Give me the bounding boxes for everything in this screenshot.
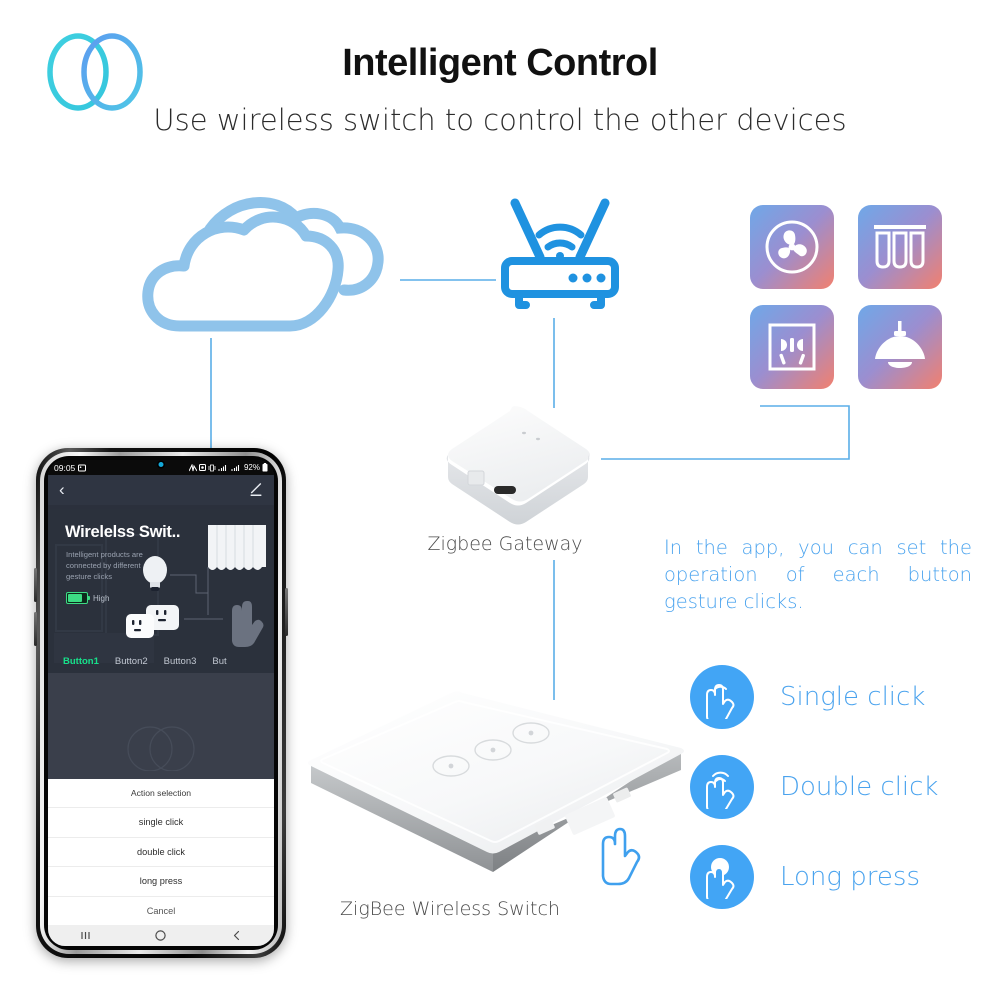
battery-level-label: High (93, 593, 110, 603)
hand-pointer-illustration (232, 601, 264, 647)
long-press-hand-icon (690, 845, 754, 909)
page-root: Intelligent Control Use wireless switch … (0, 0, 1000, 1000)
signal-icon-2 (230, 464, 240, 471)
hand-cursor-icon (598, 824, 650, 886)
battery-icon (66, 592, 90, 604)
tab-button1[interactable]: Button1 (63, 656, 99, 667)
status-bar-right: 92% (188, 463, 268, 472)
alarm-icon (198, 464, 206, 471)
fan-icon[interactable] (750, 205, 834, 289)
volume-button-2[interactable] (34, 612, 37, 646)
cloud-icon (142, 186, 402, 341)
network-icon (188, 463, 197, 471)
page-title: Intelligent Control (342, 42, 658, 84)
device-hero-panel: Wirelelss Swit.. Intelligent products ar… (48, 505, 274, 673)
photo-icon (78, 464, 87, 471)
tab-button3[interactable]: Button3 (164, 656, 197, 667)
button-tabs: Button1 Button2 Button3 But (48, 656, 274, 667)
android-nav-bar (48, 925, 274, 946)
sheet-option-double-click[interactable]: double click (48, 838, 274, 867)
volume-button[interactable] (34, 568, 37, 602)
gateway-label: Zigbee Gateway (427, 533, 583, 555)
socket-icon[interactable] (750, 305, 834, 389)
gesture-label-single-click: Single click (780, 682, 926, 712)
edit-icon[interactable] (249, 483, 263, 497)
curtain-icon[interactable] (858, 205, 942, 289)
wifi-router-icon (495, 195, 625, 320)
double-click-hand-icon (690, 755, 754, 819)
sheet-cancel-button[interactable]: Cancel (48, 897, 274, 926)
action-selection-sheet: Action selection single click double cli… (48, 778, 274, 926)
app-back-button[interactable]: ‹ (59, 481, 65, 498)
app-header-bar: ‹ (48, 475, 274, 505)
signal-icon (217, 464, 227, 471)
device-tiles (750, 205, 950, 390)
sheet-title: Action selection (48, 779, 274, 808)
recents-icon[interactable] (79, 929, 92, 942)
wireless-switch-label: ZigBee Wireless Switch (340, 898, 560, 920)
tab-button2[interactable]: Button2 (115, 656, 148, 667)
ceiling-lamp-icon[interactable] (858, 305, 942, 389)
battery-icon (262, 463, 268, 472)
home-icon[interactable] (154, 929, 167, 942)
watermark-logo-icon (127, 726, 195, 771)
gesture-list: Single click Double click Long press (690, 652, 939, 922)
sheet-option-long-press[interactable]: long press (48, 867, 274, 897)
gesture-single-click[interactable]: Single click (690, 652, 939, 742)
gesture-double-click[interactable]: Double click (690, 742, 939, 832)
status-bar-left: 09:05 (54, 462, 87, 473)
phone-mockup: 09:05 92% ‹ Wirelelss Swit.. Intelligent… (34, 448, 288, 958)
phone-screen: 09:05 92% ‹ Wirelelss Swit.. Intelligent… (48, 460, 274, 946)
gesture-label-long-press: Long press (780, 862, 920, 892)
tab-button4[interactable]: But (212, 656, 226, 667)
gesture-label-double-click: Double click (780, 772, 939, 802)
gesture-long-press[interactable]: Long press (690, 832, 939, 922)
back-icon[interactable] (230, 929, 243, 942)
status-time: 09:05 (54, 462, 76, 473)
camera-notch (158, 462, 164, 467)
page-subtitle: Use wireless switch to control the other… (153, 103, 847, 137)
vibrate-icon (208, 464, 216, 471)
battery-status: High (66, 592, 109, 604)
status-bar: 09:05 92% (48, 460, 274, 475)
zigbee-gateway-image (428, 403, 600, 527)
single-click-hand-icon (690, 665, 754, 729)
app-note-text: In the app, you can set the operation of… (664, 536, 972, 613)
sheet-option-single-click[interactable]: single click (48, 808, 274, 838)
battery-percent: 92% (243, 463, 260, 472)
power-button[interactable] (285, 588, 288, 636)
app-content-area: Action selection single click double cli… (48, 673, 274, 946)
hero-connector-lines (170, 567, 223, 620)
